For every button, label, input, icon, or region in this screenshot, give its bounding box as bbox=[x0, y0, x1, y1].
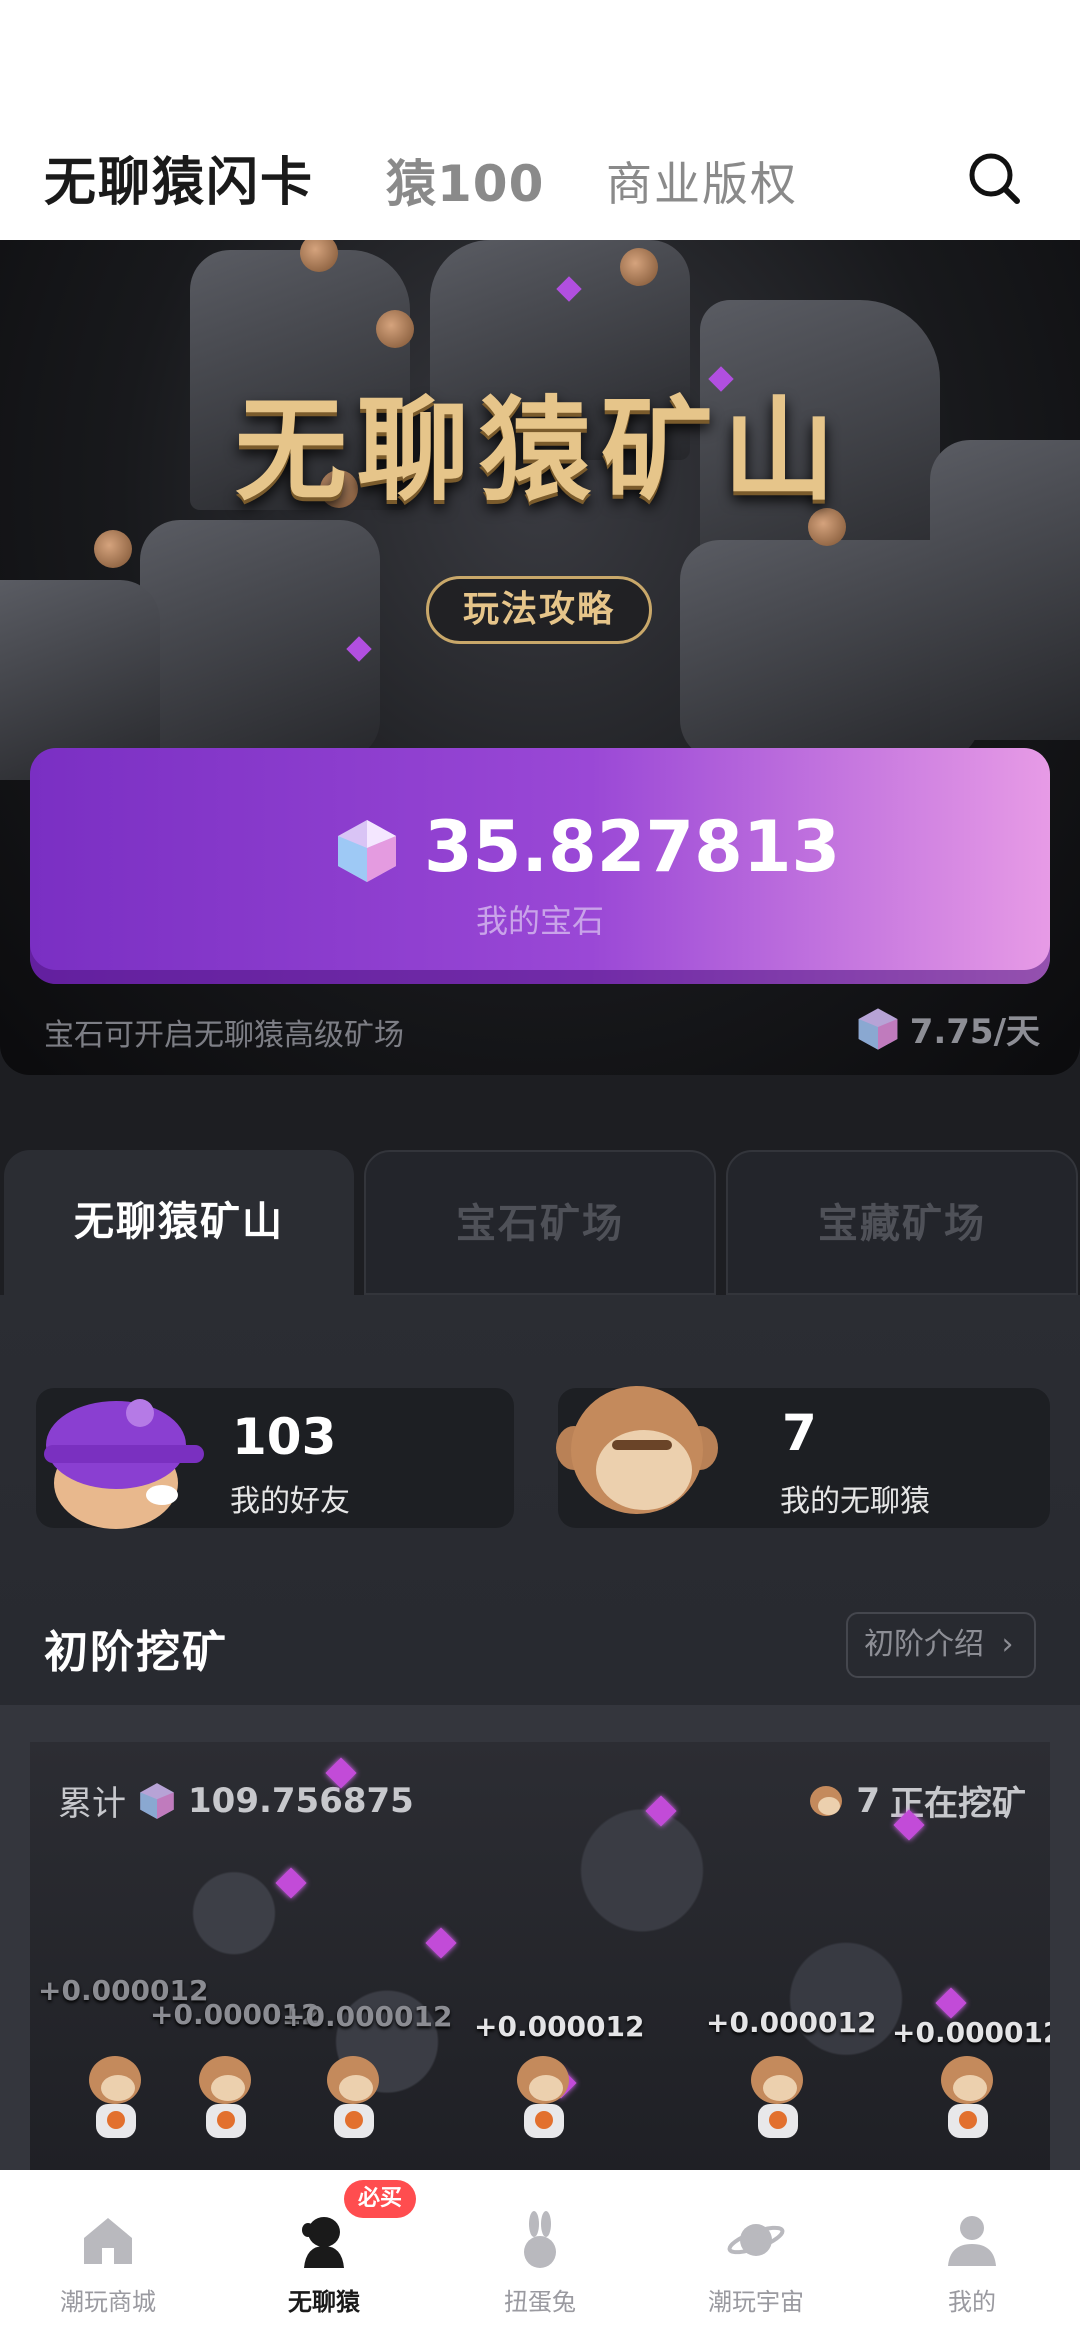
miner-monkey bbox=[376, 310, 414, 348]
active-count: 7 bbox=[856, 1780, 880, 1821]
nav-label: 我的 bbox=[948, 2288, 996, 2316]
home-icon bbox=[84, 2218, 132, 2264]
miner-ape bbox=[517, 2056, 569, 2138]
guide-button[interactable]: 玩法攻略 bbox=[426, 576, 652, 644]
tab-gem-field[interactable]: 宝石矿场 bbox=[364, 1150, 716, 1295]
intro-button[interactable]: 初阶介绍 › bbox=[846, 1612, 1036, 1678]
crystal bbox=[935, 1987, 967, 2019]
rock bbox=[140, 520, 380, 760]
gem-icon bbox=[338, 820, 396, 882]
brand-title: 无聊猿闪卡 bbox=[44, 153, 315, 213]
gems-note: 宝石可开启无聊猿高级矿场 bbox=[44, 1018, 404, 1053]
tab-ape-mine[interactable]: 无聊猿矿山 bbox=[4, 1150, 354, 1295]
tab-business-copyright[interactable]: 商业版权 bbox=[606, 148, 798, 214]
gems-label: 我的宝石 bbox=[475, 902, 604, 940]
my-gems-card: 35.827813 我的宝石 bbox=[30, 748, 1050, 984]
ape-icon bbox=[302, 2217, 344, 2268]
miner-ape bbox=[327, 2056, 379, 2138]
search-icon[interactable] bbox=[966, 150, 1022, 206]
gems-value: 35.827813 bbox=[424, 806, 841, 888]
nav-item-me[interactable]: 我的 bbox=[864, 2170, 1080, 2340]
miner-ape bbox=[89, 2056, 141, 2138]
crystal bbox=[645, 1795, 677, 1827]
miner-ape bbox=[199, 2056, 251, 2138]
rabbit-icon bbox=[524, 2211, 556, 2268]
ape-avatar-icon bbox=[556, 1386, 718, 1514]
mine-tabs: 无聊猿矿山 宝石矿场 宝藏矿场 bbox=[0, 1150, 1080, 1295]
earning-popup: +0.000012 bbox=[474, 2010, 645, 2043]
bottom-nav: 潮玩商城 必买 无聊猿 扭蛋兔 潮玩宇宙 我的 bbox=[0, 2170, 1080, 2340]
nav-label: 潮玩宇宙 bbox=[708, 2288, 804, 2316]
earning-popup: +0.000012 bbox=[282, 2000, 453, 2033]
nav-label: 扭蛋兔 bbox=[504, 2288, 576, 2316]
miner-monkey bbox=[620, 248, 658, 286]
gem-rate: 7.75/天 bbox=[856, 1004, 1040, 1053]
must-buy-badge: 必买 bbox=[344, 2180, 417, 2218]
mine-title: 无聊猿矿山 bbox=[235, 386, 845, 516]
total-value: 109.756875 bbox=[188, 1780, 414, 1821]
nav-item-rabbit[interactable]: 扭蛋兔 bbox=[432, 2170, 648, 2340]
miner-monkey bbox=[94, 530, 132, 568]
tab-yuan100[interactable]: 猿100 bbox=[386, 144, 544, 216]
earning-popup: +0.000012 bbox=[892, 2016, 1050, 2049]
nav-item-ape[interactable]: 必买 无聊猿 bbox=[216, 2170, 432, 2340]
crystal bbox=[425, 1927, 457, 1959]
miner-ape bbox=[751, 2056, 803, 2138]
apes-label: 我的无聊猿 bbox=[780, 1484, 930, 1519]
user-icon bbox=[948, 2216, 996, 2266]
total-label: 累计 bbox=[58, 1784, 126, 1824]
friends-count: 103 bbox=[232, 1408, 337, 1466]
chevron-right-icon: › bbox=[1001, 1627, 1014, 1662]
nav-item-universe[interactable]: 潮玩宇宙 bbox=[648, 2170, 864, 2340]
friends-label: 我的好友 bbox=[230, 1484, 350, 1519]
gem-rate-value: 7.75/天 bbox=[909, 1012, 1040, 1052]
nav-label: 无聊猿 bbox=[288, 2288, 360, 2316]
gem-icon bbox=[858, 1007, 898, 1050]
nav-item-mall[interactable]: 潮玩商城 bbox=[0, 2170, 216, 2340]
mine-hero: 无聊猿矿山 玩法攻略 35.827813 我的宝石 宝石可开启无聊猿高级矿场 7… bbox=[0, 240, 1080, 1075]
top-bar: 无聊猿闪卡 猿100 商业版权 bbox=[0, 0, 1080, 240]
miner-ape bbox=[941, 2056, 993, 2138]
intro-button-label: 初阶介绍 bbox=[864, 1627, 984, 1662]
planet-icon bbox=[727, 2224, 785, 2256]
earning-popup: +0.000012 bbox=[706, 2006, 877, 2039]
total-mined: 累计 109.756875 bbox=[58, 1776, 414, 1825]
helmet-avatar-icon bbox=[44, 1399, 204, 1529]
apes-count: 7 bbox=[782, 1404, 817, 1462]
section-title: 初阶挖矿 bbox=[44, 1627, 228, 1678]
gem-icon bbox=[140, 1782, 174, 1819]
nav-label: 潮玩商城 bbox=[60, 2288, 156, 2316]
mining-field: 累计 109.756875 7 正在挖矿 +0.000012 +0.000012… bbox=[30, 1742, 1050, 2170]
tab-treasure-field[interactable]: 宝藏矿场 bbox=[726, 1150, 1078, 1295]
crystal bbox=[275, 1867, 307, 1899]
ape-icon bbox=[810, 1785, 843, 1816]
